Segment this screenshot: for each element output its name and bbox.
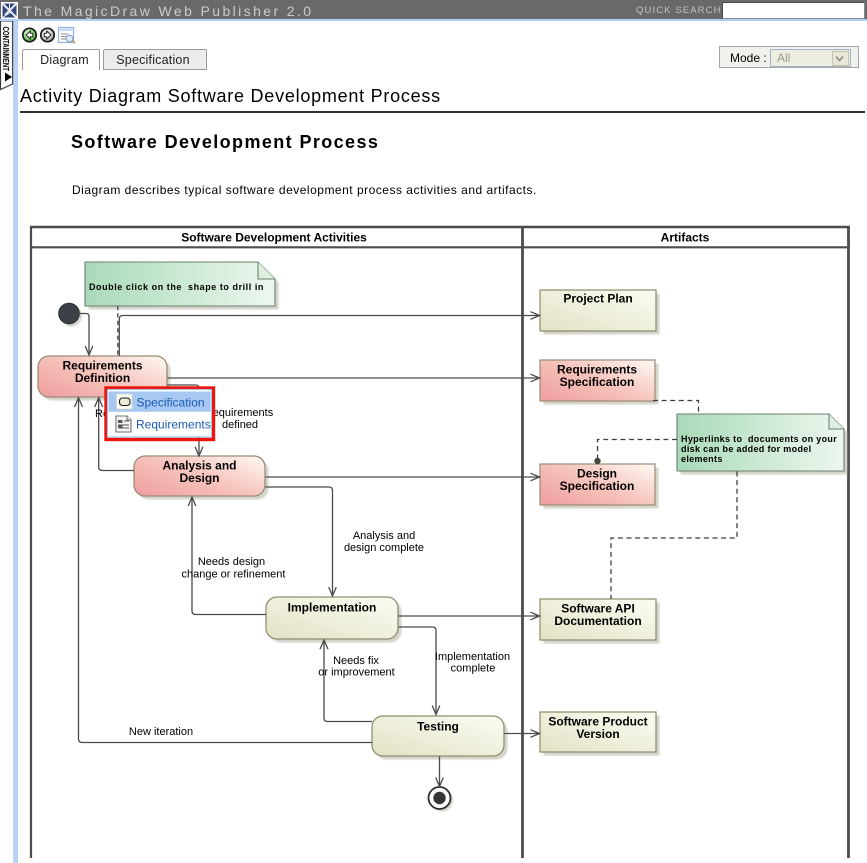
svg-text:Double click on the shape to: Double click on the shape to drill in: [89, 282, 264, 292]
svg-text:Implementation: Implementation: [288, 601, 377, 615]
svg-text:disk can be added for model: disk can be added for model: [681, 444, 811, 454]
svg-text:design complete: design complete: [344, 542, 424, 554]
svg-text:Implementation: Implementation: [435, 651, 510, 663]
svg-text:Specification: Specification: [560, 479, 635, 493]
svg-text:elements: elements: [681, 454, 723, 464]
svg-text:Definition: Definition: [75, 371, 130, 385]
svg-text:complete: complete: [451, 663, 496, 675]
svg-text:or improvement: or improvement: [318, 667, 394, 679]
svg-text:Needs fix: Needs fix: [333, 655, 379, 667]
svg-text:Specification: Specification: [137, 396, 205, 410]
svg-text:Hyperlinks to documents on yo: Hyperlinks to documents on your: [681, 434, 837, 444]
svg-text:Project Plan: Project Plan: [563, 292, 632, 306]
svg-text:Needs design: Needs design: [198, 556, 265, 568]
svg-text:Software Development Activitie: Software Development Activities: [181, 231, 367, 245]
svg-text:Artifacts: Artifacts: [661, 231, 710, 245]
svg-text:New iteration: New iteration: [129, 726, 193, 738]
svg-text:defined: defined: [222, 419, 258, 431]
svg-text:Specification: Specification: [560, 375, 635, 389]
svg-text:Testing: Testing: [417, 720, 459, 734]
svg-text:change or refinement: change or refinement: [182, 569, 286, 581]
svg-text:Design: Design: [179, 471, 219, 485]
svg-text:Requirements: Requirements: [136, 418, 211, 432]
svg-text:Version: Version: [576, 727, 619, 741]
svg-text:Analysis and: Analysis and: [353, 530, 415, 542]
svg-text:Documentation: Documentation: [554, 614, 641, 628]
